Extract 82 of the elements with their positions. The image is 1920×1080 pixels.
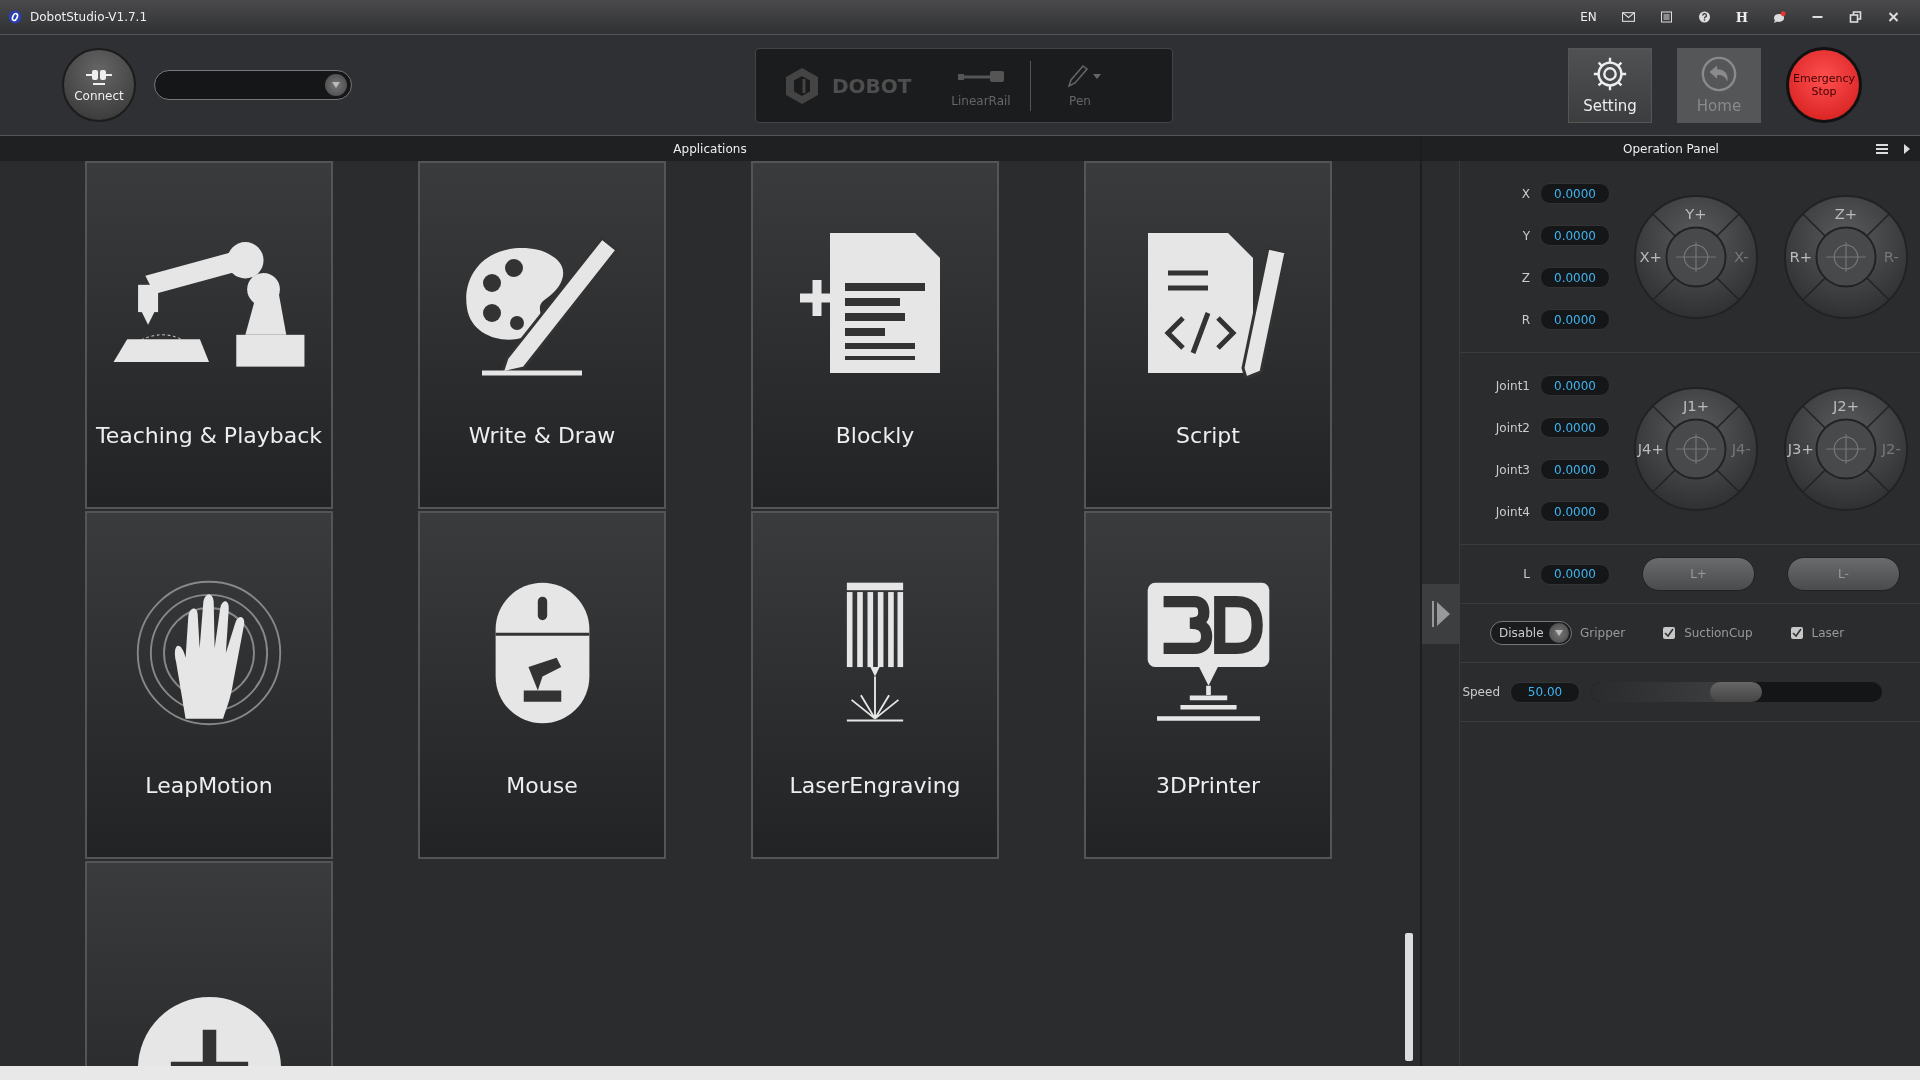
chat-icon[interactable] <box>1773 11 1786 23</box>
application-tile[interactable]: Mouse <box>418 511 666 859</box>
setting-button[interactable]: Setting <box>1568 47 1652 123</box>
play-arrow-icon <box>1431 599 1451 629</box>
home-icon <box>1700 55 1738 93</box>
axis-label: X <box>1520 186 1530 201</box>
emergency-stop-button[interactable]: Emergency Stop <box>1786 47 1862 123</box>
dial-label: X+ <box>1639 247 1662 265</box>
axis-label: Z <box>1520 270 1530 285</box>
dial-label: R- <box>1883 247 1899 265</box>
mode-dropdown[interactable]: Disable <box>1490 621 1572 645</box>
help-icon[interactable] <box>1697 11 1711 23</box>
plug-icon <box>84 67 114 87</box>
coordinate-field: 0.0000 <box>1540 309 1610 330</box>
axis-label: L <box>1522 567 1530 581</box>
application-tile[interactable]: Write & Draw <box>418 161 666 509</box>
app-logo-icon <box>8 10 22 24</box>
port-dropdown[interactable] <box>154 70 352 100</box>
dial-label: J2+ <box>1832 396 1860 414</box>
jog-dial[interactable]: J2+ J3+ J2- <box>1782 384 1910 513</box>
axis-label: R <box>1520 312 1530 327</box>
coordinate-field: 0.0000 <box>1540 225 1610 246</box>
coordinate-field: 0.0000 <box>1540 375 1610 396</box>
coordinate-field: 0.0000 <box>1540 501 1610 522</box>
coordinate-field: 0.0000 <box>1540 267 1610 288</box>
dial-label: Y+ <box>1685 204 1707 222</box>
dropdown-arrow-icon <box>332 82 340 88</box>
axis-label: Joint2 <box>1494 420 1530 435</box>
coordinate-field: 0.0000 <box>1540 417 1610 438</box>
coordinate-field: 0.0000 <box>1540 459 1610 480</box>
axis-label: Joint4 <box>1494 504 1530 519</box>
restore-icon[interactable] <box>1849 11 1862 23</box>
h-button[interactable]: H <box>1735 9 1748 25</box>
collapse-arrow-icon[interactable] <box>1904 143 1910 154</box>
axis-label: Joint1 <box>1494 378 1530 393</box>
applications-header: Applications <box>0 136 1420 161</box>
jog-dial[interactable]: J1+ J4+ J4- <box>1632 384 1760 513</box>
dial-label: J1+ <box>1682 396 1710 414</box>
connect-button[interactable]: Connect <box>62 48 136 122</box>
dial-label: J4- <box>1731 439 1751 457</box>
axis-label: Joint3 <box>1494 462 1530 477</box>
checkbox[interactable] <box>1663 627 1676 639</box>
settings-icon <box>1591 55 1629 93</box>
speed-field: 50.00 <box>1510 681 1580 703</box>
gripper-label: Gripper <box>1580 626 1626 640</box>
dial-label: R+ <box>1789 247 1812 265</box>
language-button[interactable]: EN <box>1580 10 1597 24</box>
dial-label: J4+ <box>1637 439 1664 457</box>
application-tile[interactable]: Script <box>1084 161 1332 509</box>
checkbox-label: SuctionCup <box>1684 626 1753 640</box>
slider-thumb[interactable] <box>1710 682 1762 702</box>
crosshair-icon <box>1825 433 1867 464</box>
coordinate-field: 0.0000 <box>1540 563 1610 585</box>
speed-label: Speed <box>1461 685 1500 699</box>
crosshair-icon <box>1675 241 1717 272</box>
close-icon[interactable] <box>1887 11 1900 23</box>
crosshair-icon <box>1675 433 1717 464</box>
mail-icon[interactable] <box>1621 11 1635 23</box>
jog-dial[interactable]: Y+ X+ X- <box>1632 192 1760 321</box>
menu-icon[interactable] <box>1876 143 1888 154</box>
dropdown-arrow-icon <box>1555 630 1563 636</box>
hand-icon <box>134 578 284 728</box>
coordinate-field: 0.0000 <box>1540 183 1610 204</box>
window-title: DobotStudio-V1.7.1 <box>30 10 148 24</box>
application-tile[interactable]: LeapMotion <box>85 511 333 859</box>
dial-label: X- <box>1733 247 1749 265</box>
application-tile[interactable]: LaserEngraving <box>751 511 999 859</box>
dial-label: Z+ <box>1834 204 1858 222</box>
application-tile[interactable]: Teaching & Playback <box>85 161 333 509</box>
crosshair-icon <box>1825 241 1867 272</box>
operation-panel-header: Operation Panel <box>1623 141 1719 156</box>
application-tile[interactable]: 3DPrinter <box>1084 511 1332 859</box>
speed-slider-track[interactable] <box>1590 682 1882 702</box>
dial-label: J3+ <box>1787 439 1814 457</box>
expand-tab-button[interactable] <box>1422 584 1460 644</box>
axis-label: Y <box>1521 228 1530 243</box>
checkbox-label: Laser <box>1811 626 1845 640</box>
dial-label: J2- <box>1881 439 1901 457</box>
application-tile[interactable]: Blockly <box>751 161 999 509</box>
jog-dial[interactable]: Z+ R+ R- <box>1782 192 1910 321</box>
checkbox[interactable] <box>1790 627 1803 639</box>
notepad-icon[interactable] <box>1659 11 1673 23</box>
